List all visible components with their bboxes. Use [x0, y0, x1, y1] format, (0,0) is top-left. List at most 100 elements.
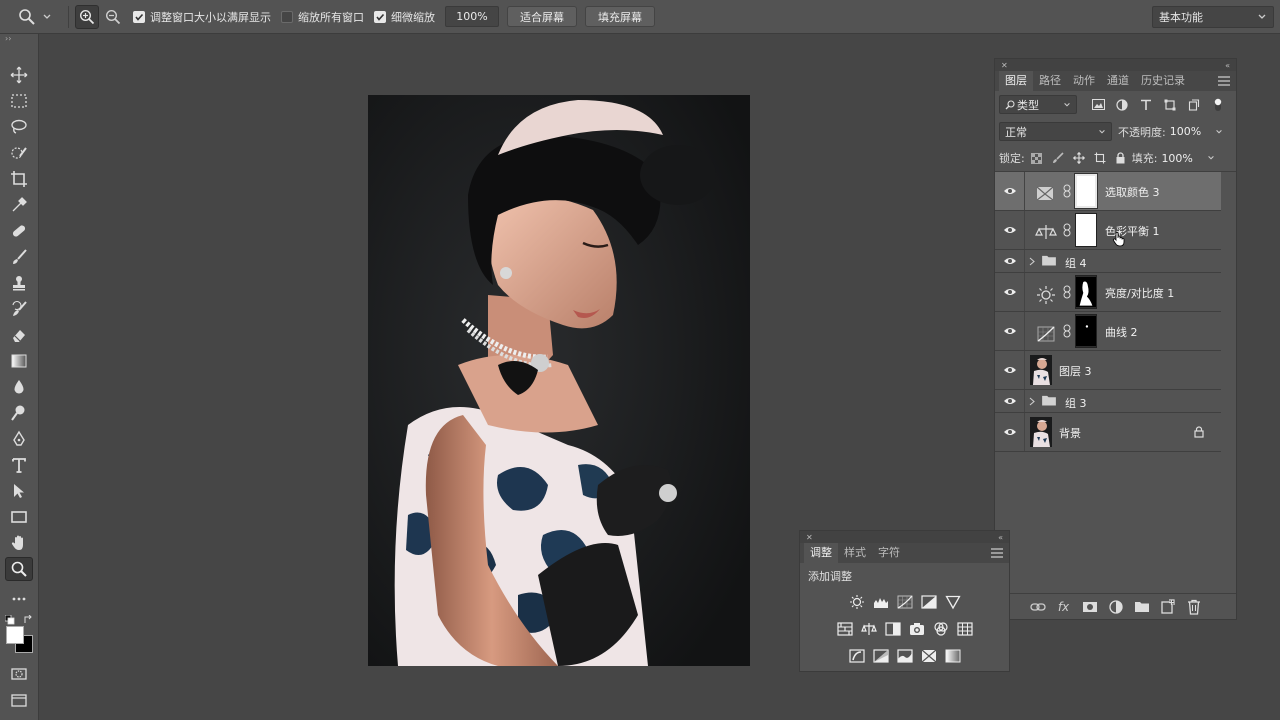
eye-icon[interactable] [1003, 256, 1017, 266]
chain-link-icon[interactable] [1063, 285, 1071, 299]
gradient-tool[interactable] [5, 349, 33, 373]
crop-tool[interactable] [5, 167, 33, 191]
add-mask-icon[interactable] [1082, 599, 1098, 615]
selective-color-icon[interactable] [921, 648, 937, 664]
layer-row-group-3[interactable]: 组 3 [995, 390, 1221, 413]
eye-icon[interactable] [1003, 287, 1017, 297]
lock-transparency-icon[interactable] [1030, 152, 1042, 164]
eye-icon[interactable] [1003, 186, 1017, 196]
layer-image-thumbnail[interactable] [1030, 355, 1052, 385]
layer-mask-thumbnail[interactable] [1075, 275, 1097, 309]
photo-filter-icon[interactable] [909, 621, 925, 637]
scrubby-zoom-option[interactable]: 细微缩放 [374, 9, 435, 25]
quick-selection-tool[interactable] [5, 141, 33, 165]
pen-tool[interactable] [5, 427, 33, 451]
fit-screen-button[interactable]: 适合屏幕 [507, 6, 577, 27]
chevron-down-icon[interactable] [1207, 154, 1215, 162]
eye-icon[interactable] [1003, 427, 1017, 437]
lock-artboard-icon[interactable] [1094, 152, 1106, 164]
type-tool[interactable] [5, 453, 33, 477]
clone-stamp-tool[interactable] [5, 271, 33, 295]
dodge-tool[interactable] [5, 401, 33, 425]
tab-channels[interactable]: 通道 [1101, 71, 1135, 91]
color-lookup-icon[interactable] [956, 621, 973, 637]
layer-name[interactable]: 选取颜色 3 [1105, 184, 1160, 200]
marquee-tool[interactable] [5, 89, 33, 113]
zoom-in-button[interactable] [75, 4, 99, 29]
blend-mode-dropdown[interactable]: 正常 [999, 122, 1112, 141]
layer-row-selective-color-3[interactable]: 选取颜色 3 [995, 172, 1221, 211]
layer-row-layer-3[interactable]: 图层 3 [995, 351, 1221, 390]
layer-name[interactable]: 亮度/对比度 1 [1105, 285, 1174, 301]
close-panel-icon[interactable]: ✕ [806, 533, 813, 542]
filter-pixel-button[interactable] [1089, 96, 1107, 114]
layer-row-background[interactable]: 背景 [995, 413, 1221, 452]
scrubby-zoom-checkbox[interactable] [374, 10, 386, 23]
layer-mask-thumbnail[interactable] [1075, 314, 1097, 348]
tab-history[interactable]: 历史记录 [1135, 71, 1191, 91]
brush-tool[interactable] [5, 245, 33, 269]
levels-icon[interactable] [873, 594, 889, 610]
filter-shape-button[interactable] [1161, 96, 1179, 114]
brightness-contrast-icon[interactable] [849, 594, 865, 610]
curves-icon[interactable] [897, 594, 913, 610]
filter-type-layer-button[interactable] [1137, 96, 1155, 114]
layer-mask-thumbnail[interactable] [1075, 213, 1097, 247]
layer-row-brightness-contrast-1[interactable]: 亮度/对比度 1 [995, 273, 1221, 312]
zoom-out-button[interactable] [101, 5, 125, 29]
chevron-down-icon[interactable] [1215, 128, 1223, 136]
chain-link-icon[interactable] [1063, 223, 1071, 237]
new-layer-icon[interactable] [1160, 598, 1176, 615]
invert-icon[interactable] [848, 648, 865, 664]
screen-mode-button[interactable] [5, 688, 33, 712]
threshold-icon[interactable] [896, 648, 913, 664]
lock-all-padlock-icon[interactable] [1115, 152, 1126, 164]
layer-name[interactable]: 背景 [1059, 425, 1081, 441]
lock-position-move-icon[interactable] [1072, 152, 1085, 164]
link-layers-icon[interactable] [1029, 599, 1046, 615]
hue-saturation-icon[interactable] [836, 621, 853, 637]
default-colors-icon[interactable] [5, 615, 15, 625]
panel-menu-icon[interactable] [991, 548, 1003, 558]
lasso-tool[interactable] [5, 115, 33, 139]
layer-name[interactable]: 组 4 [1065, 255, 1087, 271]
move-tool[interactable] [5, 63, 33, 87]
resize-windows-option[interactable]: 调整窗口大小以满屏显示 [133, 9, 271, 25]
fill-value[interactable]: 100% [1161, 152, 1192, 165]
gradient-map-icon[interactable] [945, 648, 961, 664]
tab-character[interactable]: 字符 [872, 543, 906, 563]
close-panel-icon[interactable]: ✕ [1001, 61, 1008, 70]
layer-name[interactable]: 组 3 [1065, 395, 1087, 411]
channel-mixer-icon[interactable] [933, 621, 949, 637]
rectangle-tool[interactable] [5, 505, 33, 529]
posterize-icon[interactable] [872, 648, 889, 664]
opacity-value[interactable]: 100% [1170, 125, 1201, 138]
zoom-percent-field[interactable]: 100% [445, 6, 499, 27]
layer-name[interactable]: 曲线 2 [1105, 324, 1138, 340]
tool-preset-picker[interactable] [18, 8, 62, 26]
chain-link-icon[interactable] [1063, 184, 1071, 198]
toolbar-collapse-grip[interactable]: ›› [0, 34, 38, 44]
layer-mask-thumbnail[interactable] [1074, 173, 1098, 209]
blur-tool[interactable] [5, 375, 33, 399]
zoom-all-option[interactable]: 缩放所有窗口 [281, 9, 364, 25]
eye-icon[interactable] [1003, 396, 1017, 406]
collapse-panel-icon[interactable]: « [998, 533, 1003, 542]
black-white-icon[interactable] [884, 621, 901, 637]
eye-icon[interactable] [1003, 365, 1017, 375]
exposure-icon[interactable] [920, 594, 937, 610]
tab-actions[interactable]: 动作 [1067, 71, 1101, 91]
layer-row-color-balance-1[interactable]: 色彩平衡 1 [995, 211, 1221, 250]
healing-brush-tool[interactable] [5, 219, 33, 243]
tab-paths[interactable]: 路径 [1033, 71, 1067, 91]
document-canvas-image[interactable] [368, 95, 750, 666]
quick-mask-button[interactable] [5, 662, 33, 686]
collapse-panel-icon[interactable]: « [1225, 61, 1230, 70]
fill-screen-button[interactable]: 填充屏幕 [585, 6, 655, 27]
new-group-folder-icon[interactable] [1134, 599, 1150, 615]
eye-icon[interactable] [1003, 225, 1017, 235]
resize-windows-checkbox[interactable] [133, 10, 145, 23]
layer-image-thumbnail[interactable] [1030, 417, 1052, 447]
layer-filter-dropdown[interactable]: 类型 [999, 95, 1077, 114]
panel-menu-icon[interactable] [1218, 76, 1230, 86]
